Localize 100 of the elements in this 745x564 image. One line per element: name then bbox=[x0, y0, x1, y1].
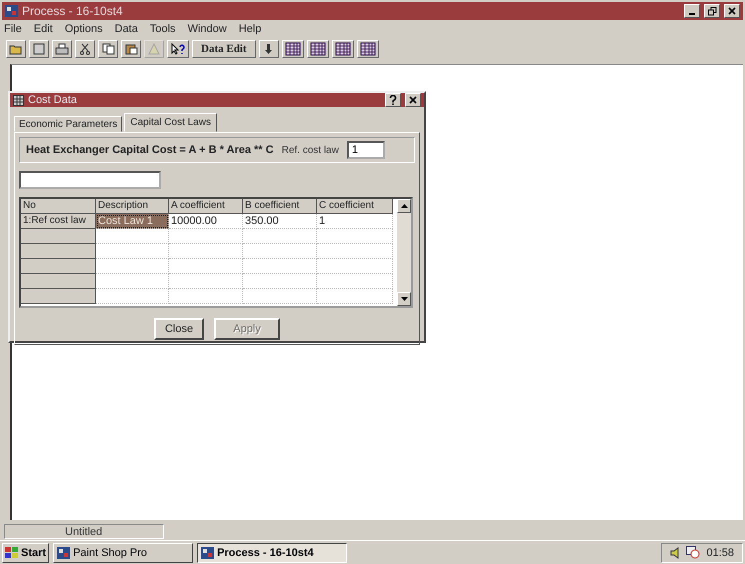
row-header[interactable] bbox=[21, 259, 96, 274]
down-arrow-icon bbox=[264, 43, 274, 55]
table-cell[interactable] bbox=[317, 274, 393, 289]
toolbar-button[interactable] bbox=[332, 40, 354, 58]
calendar-clock-icon bbox=[686, 546, 700, 559]
toolbar-button[interactable] bbox=[306, 40, 329, 58]
table-cell[interactable]: 1 bbox=[317, 214, 393, 229]
table-cell[interactable]: Cost Law 1 bbox=[96, 214, 169, 229]
row-header[interactable] bbox=[21, 229, 96, 244]
table-cell[interactable] bbox=[243, 274, 317, 289]
printer-icon bbox=[55, 43, 69, 55]
table-cell[interactable] bbox=[317, 229, 393, 244]
grid-icon bbox=[334, 42, 351, 56]
copy-icon bbox=[102, 43, 114, 55]
ref-cost-law-label: Ref. cost law bbox=[282, 144, 339, 156]
restore-icon bbox=[708, 6, 716, 16]
toolbar-button[interactable]: Data Edit bbox=[192, 40, 256, 58]
column-header: A coefficient bbox=[169, 199, 243, 214]
input-field[interactable]: 1 bbox=[346, 141, 385, 159]
windows-logo-icon bbox=[5, 546, 19, 558]
status-text: Untitled bbox=[4, 524, 164, 538]
column-header: B coefficient bbox=[243, 199, 317, 214]
menu-item[interactable]: Data bbox=[114, 23, 138, 35]
question-mark-icon bbox=[389, 95, 397, 105]
menu-item[interactable]: Options bbox=[64, 23, 103, 35]
toolbar-button[interactable] bbox=[29, 40, 49, 58]
row-header[interactable]: 1:Ref cost law bbox=[21, 214, 96, 229]
scissors-icon bbox=[79, 43, 91, 55]
column-header: No bbox=[21, 199, 96, 214]
menu-item[interactable]: Edit bbox=[34, 23, 53, 35]
table-cell[interactable]: 350.00 bbox=[243, 214, 317, 229]
table-cell[interactable] bbox=[96, 274, 169, 289]
table-cell[interactable] bbox=[169, 244, 243, 259]
close-icon bbox=[728, 7, 736, 15]
grid-icon bbox=[13, 94, 24, 106]
tab[interactable]: Capital Cost Laws bbox=[124, 113, 217, 132]
formula-label: Heat Exchanger Capital Cost = A + B * Area ** C bbox=[26, 144, 274, 156]
grid-icon bbox=[284, 42, 301, 56]
table-cell[interactable] bbox=[243, 259, 317, 274]
row-header[interactable] bbox=[21, 274, 96, 289]
grid-icon bbox=[360, 42, 376, 56]
close-button[interactable] bbox=[724, 4, 740, 18]
dialog-title: Cost Data bbox=[28, 94, 78, 106]
table-cell[interactable] bbox=[169, 289, 243, 304]
menu-item[interactable]: Help bbox=[238, 23, 262, 35]
table-cell[interactable] bbox=[243, 229, 317, 244]
input-field[interactable] bbox=[19, 171, 161, 189]
table-cell[interactable] bbox=[96, 289, 169, 304]
toolbar-button[interactable] bbox=[121, 40, 141, 58]
close-button[interactable] bbox=[405, 93, 421, 107]
minimize-button[interactable] bbox=[684, 4, 700, 18]
scrollbar[interactable] bbox=[397, 199, 411, 306]
table-cell[interactable] bbox=[96, 259, 169, 274]
table-cell[interactable] bbox=[169, 274, 243, 289]
table-cell[interactable] bbox=[96, 229, 169, 244]
menu-item[interactable]: Window bbox=[188, 23, 227, 35]
taskbar-button[interactable]: Paint Shop Pro bbox=[53, 542, 194, 562]
app-icon bbox=[57, 546, 70, 558]
restore-button[interactable] bbox=[704, 4, 720, 18]
column-header: C coefficient bbox=[317, 199, 393, 214]
table-cell[interactable] bbox=[317, 289, 393, 304]
triangle-icon bbox=[148, 43, 160, 55]
help-button[interactable] bbox=[385, 93, 401, 107]
table-cell[interactable] bbox=[317, 244, 393, 259]
folder-icon bbox=[9, 43, 23, 55]
table-cell[interactable] bbox=[243, 289, 317, 304]
up-arrow-icon bbox=[400, 204, 408, 208]
window-title: Process - 16-10st4 bbox=[22, 4, 124, 18]
clipboard-icon bbox=[124, 43, 138, 55]
table-cell[interactable] bbox=[243, 244, 317, 259]
app-icon bbox=[201, 546, 214, 558]
menu-item[interactable]: Tools bbox=[150, 23, 176, 35]
grid-icon bbox=[310, 42, 326, 56]
close-icon bbox=[409, 96, 417, 104]
table-cell[interactable] bbox=[317, 259, 393, 274]
table-cell[interactable] bbox=[169, 229, 243, 244]
scroll-up-button[interactable] bbox=[397, 199, 411, 213]
app-icon bbox=[5, 5, 18, 17]
scroll-down-button[interactable] bbox=[397, 292, 411, 306]
table-cell[interactable] bbox=[169, 259, 243, 274]
start-button[interactable]: Start bbox=[2, 542, 50, 562]
menu-item[interactable]: File bbox=[4, 23, 22, 35]
table-cell[interactable]: 10000.00 bbox=[169, 214, 243, 229]
toolbar-button[interactable] bbox=[258, 40, 279, 58]
row-header[interactable] bbox=[21, 289, 96, 304]
taskbar-button[interactable]: Process - 16-10st4 bbox=[197, 542, 348, 562]
table-cell[interactable] bbox=[96, 244, 169, 259]
column-header: Description bbox=[96, 199, 169, 214]
speaker-icon bbox=[670, 546, 680, 558]
toolbar-button[interactable] bbox=[282, 40, 304, 58]
toolbar-button[interactable] bbox=[6, 40, 26, 58]
toolbar-button[interactable] bbox=[167, 40, 189, 58]
toolbar-button[interactable] bbox=[52, 40, 72, 58]
row-header[interactable] bbox=[21, 244, 96, 259]
help-pointer-icon bbox=[170, 43, 186, 55]
dialog-button[interactable]: Close bbox=[154, 318, 204, 340]
toolbar-button[interactable] bbox=[98, 40, 118, 58]
toolbar-button[interactable] bbox=[75, 40, 95, 58]
tab[interactable]: Economic Parameters bbox=[14, 116, 122, 132]
toolbar-button[interactable] bbox=[356, 40, 379, 58]
